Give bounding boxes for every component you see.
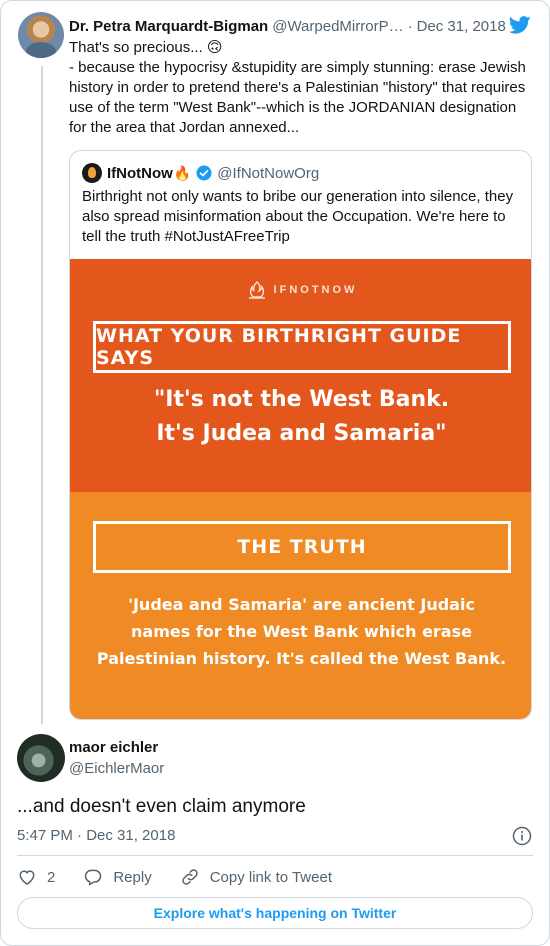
- fire-emoji-icon: 🔥: [173, 164, 192, 181]
- copy-link-label: Copy link to Tweet: [209, 868, 332, 886]
- quoted-author-name[interactable]: IfNotNow: [107, 165, 173, 182]
- claim-line: It's Judea and Samaria": [156, 421, 447, 446]
- main-author-handle[interactable]: @EichlerMaor: [69, 760, 164, 777]
- flame-logo-icon: [248, 281, 265, 299]
- quoted-author-handle[interactable]: @IfNotNowOrg: [217, 165, 319, 182]
- twitter-bird-icon[interactable]: [508, 14, 532, 36]
- reply-label: Reply: [113, 868, 152, 886]
- truth-heading: THE TRUTH: [93, 521, 511, 573]
- reply-bubble-icon: [85, 869, 102, 886]
- like-count: 2: [47, 868, 56, 886]
- truth-line: 'Judea and Samaria' are ancient Judaic: [128, 595, 475, 614]
- parent-tweet-date[interactable]: Dec 31, 2018: [417, 18, 506, 35]
- main-author-name[interactable]: maor eichler: [69, 739, 158, 756]
- action-divider: [17, 855, 533, 856]
- quoted-author-avatar[interactable]: [82, 163, 102, 183]
- quoted-tweet-text: Birthright not only wants to bribe our g…: [82, 188, 514, 245]
- logo-text: IFNOTNOW: [273, 284, 358, 296]
- like-button[interactable]: 2: [17, 867, 55, 887]
- claim-line: "It's not the West Bank.: [153, 387, 450, 412]
- parent-author-name[interactable]: Dr. Petra Marquardt-Bigman: [69, 18, 268, 35]
- guide-claim: "It's not the West Bank. It's Judea and …: [70, 383, 531, 451]
- reply-button[interactable]: Reply: [83, 867, 152, 887]
- info-icon[interactable]: [512, 826, 532, 846]
- parent-tweet-header: Dr. Petra Marquardt-Bigman @WarpedMirror…: [69, 16, 539, 36]
- heart-icon: [19, 870, 35, 885]
- quoted-tweet[interactable]: IfNotNow 🔥 @IfNotNowOrg Birthright not o…: [69, 150, 532, 720]
- link-icon: [181, 869, 198, 885]
- parent-tweet-line: That's so precious... 🙃: [69, 39, 223, 56]
- parent-tweet-text: That's so precious... 🙃 - because the hy…: [69, 38, 531, 138]
- copy-link-button[interactable]: Copy link to Tweet: [180, 867, 332, 887]
- parent-author-avatar[interactable]: [18, 12, 64, 58]
- verified-badge-icon: [196, 165, 212, 181]
- tweet-timestamp[interactable]: 5:47 PM · Dec 31, 2018: [17, 827, 175, 844]
- main-author-avatar[interactable]: [17, 734, 65, 782]
- guide-says-heading: WHAT YOUR BIRTHRIGHT GUIDE SAYS: [93, 321, 511, 373]
- parent-tweet-line: - because the hypocrisy &stupidity are s…: [69, 59, 526, 136]
- quoted-tweet-header: IfNotNow 🔥 @IfNotNowOrg: [82, 163, 319, 183]
- image-top-panel: IFNOTNOW WHAT YOUR BIRTHRIGHT GUIDE SAYS…: [70, 259, 531, 492]
- thread-connector: [41, 66, 43, 724]
- explore-twitter-button[interactable]: Explore what's happening on Twitter: [17, 897, 533, 929]
- header-separator: ·: [407, 17, 413, 35]
- action-bar: 2 Reply Copy link to Tweet: [17, 866, 360, 888]
- truth-line: names for the West Bank which erase: [131, 622, 472, 641]
- quoted-tweet-image[interactable]: IFNOTNOW WHAT YOUR BIRTHRIGHT GUIDE SAYS…: [70, 259, 531, 719]
- truth-text: 'Judea and Samaria' are ancient Judaic n…: [90, 591, 513, 672]
- main-tweet-text: ...and doesn't even claim anymore: [17, 796, 306, 817]
- truth-line: Palestinian history. It's called the Wes…: [96, 649, 507, 668]
- parent-author-handle[interactable]: @WarpedMirrorP…: [272, 18, 403, 35]
- ifnotnow-logo: IFNOTNOW: [70, 279, 531, 301]
